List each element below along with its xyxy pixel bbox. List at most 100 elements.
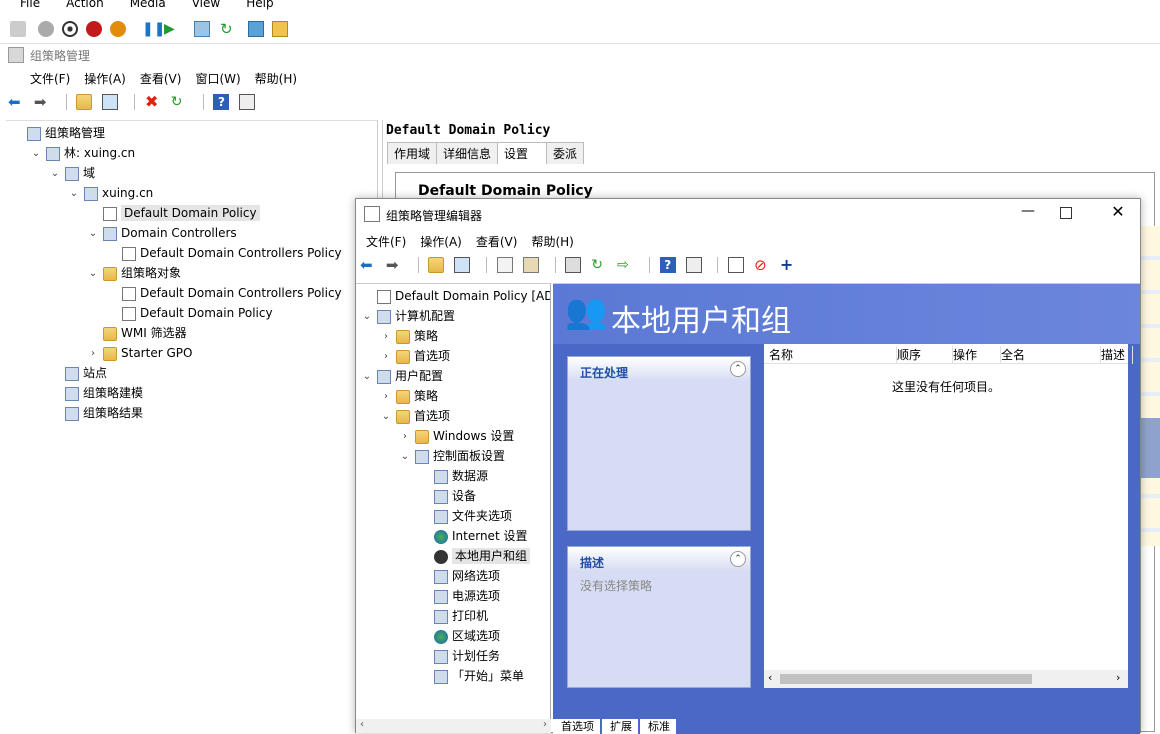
tree-item[interactable]: ⌄ 用户配置	[360, 366, 443, 386]
checkpoint-icon[interactable]	[194, 21, 210, 37]
copy-icon[interactable]	[496, 257, 513, 273]
editor-tree-hscroll[interactable]: ‹ ›	[356, 719, 551, 733]
vm-menu-item[interactable]: View	[192, 0, 220, 10]
power-off-icon[interactable]	[38, 21, 54, 37]
expander-icon[interactable]: ⌄	[48, 164, 62, 184]
tab[interactable]: 作用域	[387, 142, 438, 164]
menu-item[interactable]: 文件(F)	[30, 72, 70, 86]
forward-icon[interactable]: ➡	[34, 94, 50, 110]
revert-icon[interactable]: ↻	[220, 21, 236, 37]
tree-item[interactable]: Default Domain Policy	[105, 303, 273, 323]
tree-item[interactable]: Internet 设置	[417, 526, 527, 546]
show-hide-tree-icon[interactable]	[454, 257, 471, 273]
minimize-button[interactable]: —	[1016, 203, 1040, 219]
menu-item[interactable]: 文件(F)	[366, 235, 406, 249]
column-header[interactable]: 顺序	[897, 346, 953, 364]
list-hscroll[interactable]: ‹ ›	[764, 670, 1128, 688]
tree-item[interactable]: 区域选项	[417, 626, 500, 646]
menu-item[interactable]: 操作(A)	[84, 72, 126, 86]
menu-item[interactable]: 操作(A)	[420, 235, 462, 249]
maximize-button[interactable]	[1060, 207, 1072, 219]
close-button[interactable]: ✕	[1106, 202, 1130, 221]
expander-icon[interactable]: ›	[379, 347, 393, 367]
tree-item[interactable]: 本地用户和组	[417, 546, 531, 566]
tree-item[interactable]: ⌄ xuing.cn	[67, 183, 153, 203]
pause-icon[interactable]: ❚❚	[142, 21, 165, 37]
bottom-tab[interactable]: 首选项	[553, 719, 600, 734]
collapse-processing-button[interactable]: ⌃	[730, 361, 746, 377]
forward-icon[interactable]: ➡	[386, 257, 402, 273]
shutdown-icon[interactable]	[86, 21, 102, 37]
vm-menu-item[interactable]: Action	[66, 0, 104, 10]
help-icon[interactable]: ?	[213, 94, 230, 110]
vm-menu-item[interactable]: File	[20, 0, 40, 10]
paste-icon[interactable]	[522, 257, 539, 273]
back-icon[interactable]: ⬅	[360, 257, 376, 273]
back-icon[interactable]: ⬅	[8, 94, 24, 110]
tree-item[interactable]: 文件夹选项	[417, 506, 512, 526]
tree-item[interactable]: ⌄ 林: xuing.cn	[29, 143, 135, 163]
tree-item[interactable]: ⌄ 组策略对象	[86, 263, 181, 283]
tree-item[interactable]: › 策略	[379, 386, 438, 406]
scroll-thumb[interactable]	[780, 674, 1032, 684]
expander-icon[interactable]: ›	[398, 427, 412, 447]
up-folder-icon[interactable]	[76, 94, 93, 110]
tree-item[interactable]: › Windows 设置	[398, 426, 514, 446]
expander-icon[interactable]: ⌄	[360, 367, 374, 387]
tree-item[interactable]: ⌄ 计算机配置	[360, 306, 455, 326]
tree-item[interactable]: Default Domain Controllers Policy	[105, 283, 342, 303]
tree-item[interactable]: 组策略建模	[48, 383, 143, 403]
collapse-description-button[interactable]: ⌃	[730, 551, 746, 567]
vm-menu-item[interactable]: Media	[130, 0, 166, 10]
expander-icon[interactable]: ⌄	[67, 184, 81, 204]
tree-item[interactable]: ⌄ 域	[48, 163, 95, 183]
tree-item[interactable]: 站点	[48, 363, 107, 383]
properties-icon[interactable]	[239, 94, 256, 110]
tab[interactable]: 详细信息	[436, 142, 499, 164]
tree-item[interactable]: 组策略结果	[48, 403, 143, 423]
tree-item[interactable]: 「开始」菜单	[417, 666, 524, 686]
reset-icon[interactable]	[110, 21, 126, 37]
expander-icon[interactable]: ›	[86, 344, 100, 364]
tree-item[interactable]: ⌄ Domain Controllers	[86, 223, 237, 243]
expander-icon[interactable]: ⌄	[398, 447, 412, 467]
tab[interactable]: 设置	[497, 142, 548, 164]
menu-item[interactable]: 帮助(H)	[255, 72, 297, 86]
tree-item[interactable]: Default Domain Controllers Policy	[105, 243, 342, 263]
ctrl-alt-del-icon[interactable]	[10, 21, 26, 37]
properties-icon[interactable]	[685, 257, 702, 273]
column-header[interactable]: 全名	[1001, 346, 1101, 364]
tree-item[interactable]: ⌄ 首选项	[379, 406, 450, 426]
expander-icon[interactable]: ⌄	[29, 144, 43, 164]
tree-item[interactable]: 组策略管理	[10, 123, 105, 143]
stop-icon[interactable]	[62, 21, 78, 37]
menu-item[interactable]: 帮助(H)	[531, 235, 573, 249]
column-header[interactable]: 名称	[769, 346, 897, 364]
expander-icon[interactable]: ›	[379, 327, 393, 347]
export-icon[interactable]: ⇨	[617, 257, 633, 273]
expander-icon[interactable]: ›	[379, 387, 393, 407]
tree-item[interactable]: WMI 筛选器	[86, 323, 187, 343]
new-item-icon[interactable]	[728, 257, 745, 273]
tree-item[interactable]: Default Domain Policy	[86, 203, 260, 223]
tree-item[interactable]: Default Domain Policy [AD.XU	[360, 286, 550, 306]
tree-item[interactable]: 数据源	[417, 466, 488, 486]
tree-item[interactable]: 打印机	[417, 606, 488, 626]
tree-item[interactable]: 计划任务	[417, 646, 500, 666]
up-folder-icon[interactable]	[428, 257, 445, 273]
tab[interactable]: 委派	[546, 142, 585, 164]
print-icon[interactable]	[565, 257, 582, 273]
tree-item[interactable]: 设备	[417, 486, 476, 506]
tree-item[interactable]: 电源选项	[417, 586, 500, 606]
tree-item[interactable]: › 首选项	[379, 346, 450, 366]
menu-item[interactable]: 查看(V)	[140, 72, 182, 86]
tree-item[interactable]: 网络选项	[417, 566, 500, 586]
expander-icon[interactable]: ⌄	[86, 224, 100, 244]
tree-item[interactable]: › 策略	[379, 326, 438, 346]
refresh-icon[interactable]: ↻	[171, 94, 187, 110]
column-header[interactable]: 描述	[1101, 346, 1133, 364]
column-header[interactable]: 操作	[953, 346, 1001, 364]
bottom-tab[interactable]: 标准	[640, 719, 676, 734]
show-hide-tree-icon[interactable]	[102, 94, 119, 110]
vm-menu-item[interactable]: Help	[246, 0, 273, 10]
